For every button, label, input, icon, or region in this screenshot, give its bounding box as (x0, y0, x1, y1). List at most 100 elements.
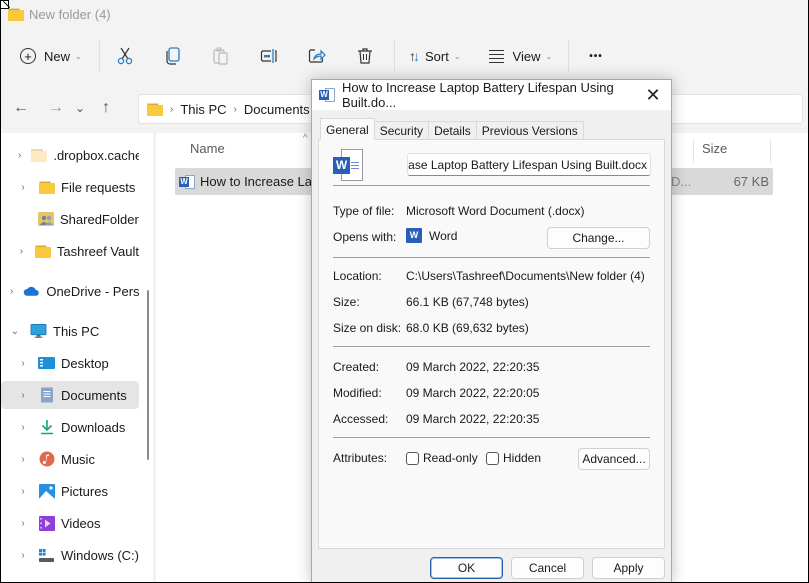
folder-icon (147, 102, 163, 116)
breadcrumb-documents[interactable]: Documents (244, 102, 310, 117)
sidebar-item-onedrive[interactable]: › OneDrive - Perso (1, 277, 139, 305)
delete-button[interactable] (354, 40, 376, 72)
sidebar-item-music[interactable]: › Music (1, 445, 139, 473)
rename-button[interactable] (258, 40, 280, 72)
checkbox-box[interactable] (406, 451, 419, 465)
forward-button[interactable]: → (41, 99, 71, 117)
column-header-size[interactable]: Size (702, 141, 727, 156)
recent-locations-button[interactable]: ⌄ (71, 101, 89, 115)
copy-icon (166, 47, 180, 65)
chevron-right-icon[interactable]: › (18, 390, 28, 401)
column-divider[interactable] (770, 139, 771, 163)
sidebar-item-pictures[interactable]: › Pictures (1, 477, 139, 505)
chevron-right-icon[interactable]: › (18, 246, 25, 257)
apply-button[interactable]: Apply (592, 557, 665, 579)
location-label: Location: (333, 269, 382, 283)
type-of-file-value: Microsoft Word Document (.docx) (406, 204, 585, 218)
paste-button[interactable] (210, 40, 232, 72)
chevron-down-icon: ⌄ (453, 51, 461, 61)
downloads-icon (38, 419, 55, 435)
divider (333, 346, 650, 347)
read-only-label: Read-only (423, 451, 478, 465)
delete-icon (358, 48, 372, 64)
general-tab-panel: W ‹ Increase Laptop Battery Lifespan Usi… (318, 139, 665, 549)
copy-button[interactable] (162, 40, 184, 72)
chevron-down-icon[interactable]: ⌄ (10, 326, 20, 337)
sidebar-item-label: Tashreef Vault (56, 243, 139, 259)
chevron-right-icon[interactable]: › (18, 150, 21, 161)
navigation-pane-scrollbar[interactable] (147, 290, 149, 460)
created-label: Created: (333, 360, 380, 374)
breadcrumb-this-pc[interactable]: This PC (180, 102, 226, 117)
new-button[interactable]: + New ⌄ (20, 40, 86, 72)
chevron-right-icon[interactable]: › (18, 454, 28, 465)
size-on-disk-value: 68.0 KB (69,632 bytes) (406, 321, 529, 335)
opens-with-app: W Word (406, 228, 457, 243)
chevron-right-icon[interactable]: › (18, 422, 28, 433)
sidebar-item-desktop[interactable]: › Desktop (1, 349, 139, 377)
documents-icon (38, 387, 55, 403)
attributes-label: Attributes: (333, 451, 388, 465)
sidebar-item-label: This PC (53, 323, 100, 339)
chevron-down-icon: ⌄ (75, 51, 82, 61)
location-value: C:\Users\Tashreef\Documents\New folder (… (406, 269, 645, 283)
sidebar-item-documents[interactable]: › Documents (1, 381, 139, 409)
shared-folder-icon (38, 211, 54, 227)
cut-button[interactable] (114, 40, 136, 72)
chevron-right-icon[interactable]: › (18, 358, 28, 369)
advanced-button[interactable]: Advanced... (578, 448, 650, 470)
more-options-button[interactable]: ••• (589, 40, 603, 72)
chevron-right-icon[interactable]: › (18, 550, 28, 561)
chevron-right-icon[interactable]: › (10, 286, 13, 297)
sort-label: Sort (425, 48, 449, 64)
toolbar-divider (99, 40, 100, 72)
navigation-pane: › .dropbox.cache › File requests SharedF… (1, 133, 153, 582)
window-title: New folder (4) (29, 6, 111, 22)
file-size: 67 KB (733, 174, 769, 189)
back-button[interactable]: ← (6, 99, 36, 117)
read-only-checkbox[interactable]: Read-only (406, 451, 478, 465)
view-list-icon (488, 49, 504, 63)
pictures-icon (38, 483, 55, 499)
sidebar-item-this-pc[interactable]: ⌄ This PC (1, 317, 139, 345)
sidebar-item-dropbox-cache[interactable]: › .dropbox.cache (1, 141, 139, 169)
share-button[interactable] (306, 40, 328, 72)
chevron-right-icon[interactable]: › (18, 518, 28, 529)
chevron-right-icon[interactable]: › (18, 486, 28, 497)
sidebar-item-windows-c[interactable]: › Windows (C:) (1, 541, 139, 569)
cancel-button[interactable]: Cancel (511, 557, 584, 579)
checkbox-box[interactable] (486, 451, 499, 465)
folder-icon (34, 243, 51, 259)
sidebar-item-tashreef-vault[interactable]: › Tashreef Vault (1, 237, 139, 265)
chevron-right-icon[interactable]: › (18, 182, 28, 193)
column-header-name[interactable]: Name (190, 141, 225, 156)
sidebar-item-label: File requests (61, 179, 136, 195)
sidebar-item-shared-folder[interactable]: SharedFolder 1 (1, 205, 139, 233)
hidden-checkbox[interactable]: Hidden (486, 451, 541, 465)
word-document-icon: W (179, 174, 195, 190)
breadcrumb-separator: › (233, 103, 237, 115)
change-button[interactable]: Change... (547, 227, 650, 249)
tab-details[interactable]: Details (428, 121, 477, 140)
tab-general[interactable]: General (320, 118, 375, 140)
tab-previous-versions[interactable]: Previous Versions (475, 121, 584, 140)
title-bar: New folder (4) (1, 0, 808, 28)
new-label: New (44, 48, 71, 64)
up-button[interactable]: ↑ (91, 99, 121, 117)
sidebar-item-videos[interactable]: › Videos (1, 509, 139, 537)
sidebar-item-label: Windows (C:) (60, 547, 139, 563)
sidebar-item-file-requests[interactable]: › File requests (1, 173, 139, 201)
view-button[interactable]: View ⌄ (488, 40, 552, 72)
modified-label: Modified: (333, 386, 382, 400)
onedrive-icon (23, 283, 40, 299)
toolbar-divider (394, 40, 395, 72)
file-name-input[interactable]: ‹ Increase Laptop Battery Lifespan Using… (407, 153, 651, 176)
column-divider[interactable] (693, 139, 694, 163)
ok-button[interactable]: OK (430, 557, 503, 579)
close-icon[interactable]: ✕ (641, 83, 665, 107)
sidebar-item-downloads[interactable]: › Downloads (1, 413, 139, 441)
sort-button[interactable]: ↑↓ Sort ⌄ (409, 40, 461, 72)
properties-dialog: W How to Increase Laptop Battery Lifespa… (311, 79, 672, 582)
tab-security[interactable]: Security (373, 121, 430, 140)
size-label: Size: (333, 295, 360, 309)
